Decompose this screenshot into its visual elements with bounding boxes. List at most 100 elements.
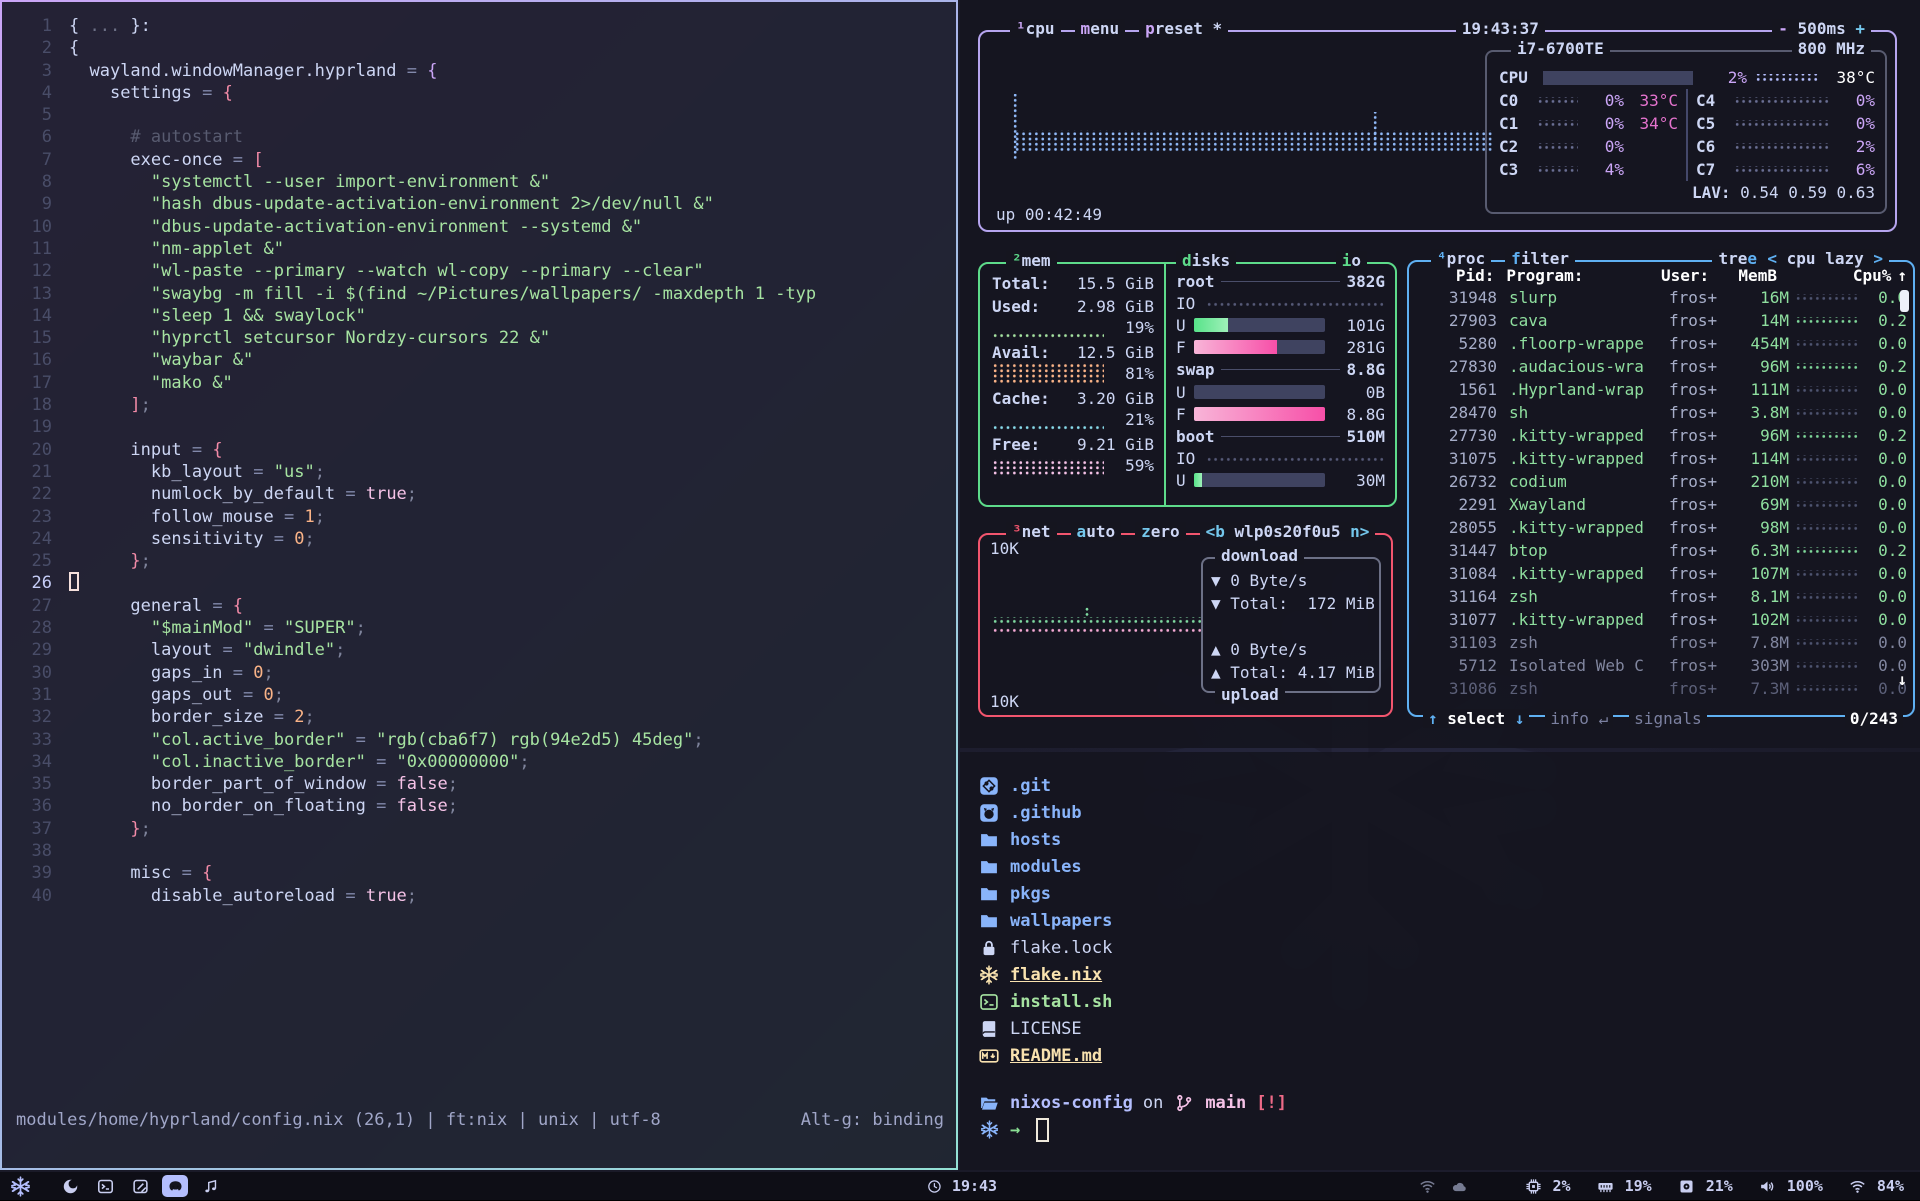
proc-signals-button[interactable]: signals: [1629, 709, 1706, 728]
process-row[interactable]: 26732codiumfros+210M0.0: [1419, 470, 1907, 493]
code-line[interactable]: 10 "dbus-update-activation-environment -…: [2, 216, 956, 238]
net-interface-switcher[interactable]: <b wlp0s20f0u5 n>: [1200, 522, 1376, 541]
code-line[interactable]: 36 no_border_on_floating = false;: [2, 795, 956, 817]
tab-mem[interactable]: ²mem: [1006, 251, 1057, 270]
code-line[interactable]: 6 # autostart: [2, 126, 956, 148]
proc-info-button[interactable]: info ↵: [1545, 709, 1613, 728]
code-line[interactable]: 32 border_size = 2;: [2, 706, 956, 728]
process-row[interactable]: 27830.audacious-wrafros+96M0.2: [1419, 355, 1907, 378]
process-row[interactable]: 31086zshfros+7.3M0.0: [1419, 677, 1907, 700]
code-area[interactable]: 1{ ... }:2{3 wayland.windowManager.hyprl…: [2, 15, 956, 907]
code-line[interactable]: 16 "waybar &": [2, 349, 956, 371]
nix-prompt-icon: [978, 1119, 1000, 1141]
code-line[interactable]: 20 input = {: [2, 439, 956, 461]
code-line[interactable]: 5: [2, 104, 956, 126]
terminal-window[interactable]: .git.githubhostsmodulespkgswallpapersfla…: [960, 752, 1920, 1170]
code-line[interactable]: 19: [2, 416, 956, 438]
folder-icon: [978, 910, 1000, 932]
cpu-module[interactable]: 2%: [1523, 1175, 1571, 1197]
tab-proc[interactable]: ⁴proc: [1431, 249, 1491, 268]
code-line[interactable]: 39 misc = {: [2, 862, 956, 884]
code-line[interactable]: 25 };: [2, 550, 956, 572]
proc-tree-button[interactable]: tree: [1712, 249, 1763, 268]
process-row[interactable]: 31103zshfros+7.8M0.0: [1419, 631, 1907, 654]
code-line[interactable]: 12 "wl-paste --primary --watch wl-copy -…: [2, 260, 956, 282]
code-line[interactable]: 23 follow_mouse = 1;: [2, 506, 956, 528]
code-line[interactable]: 14 "sleep 1 && swaylock": [2, 305, 956, 327]
process-row[interactable]: 2291Xwaylandfros+69M0.0: [1419, 493, 1907, 516]
clock-module[interactable]: 19:43: [923, 1175, 997, 1197]
workspace-1[interactable]: [57, 1175, 83, 1197]
process-row[interactable]: 27730.kitty-wrappedfros+96M0.2: [1419, 424, 1907, 447]
proc-sort-selector[interactable]: < cpu lazy >: [1761, 249, 1889, 268]
code-line[interactable]: 26: [2, 572, 956, 594]
tab-cpu[interactable]: ¹cpu: [1010, 19, 1061, 38]
disk-module[interactable]: 21%: [1676, 1175, 1733, 1197]
code-line[interactable]: 21 kb_layout = "us";: [2, 461, 956, 483]
code-line[interactable]: 15 "hyprctl setcursor Nordzy-cursors 22 …: [2, 327, 956, 349]
code-line[interactable]: 37 };: [2, 818, 956, 840]
net-zero-button[interactable]: zero: [1135, 522, 1186, 541]
tab-disks[interactable]: disks: [1176, 251, 1236, 270]
code-line[interactable]: 28 "$mainMod" = "SUPER";: [2, 617, 956, 639]
workspace-5[interactable]: [197, 1175, 223, 1197]
code-line[interactable]: 9 "hash dbus-update-activation-environme…: [2, 193, 956, 215]
proc-filter-button[interactable]: filter: [1505, 249, 1575, 268]
wifi-icon[interactable]: [1417, 1175, 1439, 1197]
nix-logo-icon[interactable]: [10, 1176, 31, 1197]
prompt-git-branch: main: [1205, 1093, 1246, 1113]
workspace-4-active[interactable]: [162, 1175, 188, 1197]
code-line[interactable]: 18 ];: [2, 394, 956, 416]
workspace-2[interactable]: [92, 1175, 118, 1197]
code-line[interactable]: 38: [2, 840, 956, 862]
terminal-cursor[interactable]: [1036, 1118, 1049, 1142]
helix-editor[interactable]: 1{ ... }:2{3 wayland.windowManager.hyprl…: [2, 2, 956, 1168]
code-line[interactable]: 31 gaps_out = 0;: [2, 684, 956, 706]
preset-button[interactable]: preset *: [1139, 19, 1228, 38]
process-row[interactable]: 28470shfros+3.8M0.0: [1419, 401, 1907, 424]
code-line[interactable]: 29 layout = "dwindle";: [2, 639, 956, 661]
process-row[interactable]: 28055.kitty-wrappedfros+98M0.0: [1419, 516, 1907, 539]
code-line[interactable]: 34 "col.inactive_border" = "0x00000000";: [2, 751, 956, 773]
proc-scrollbar[interactable]: [1900, 290, 1909, 312]
line-text: [69, 572, 956, 594]
net-auto-button[interactable]: auto: [1071, 522, 1122, 541]
process-row[interactable]: 31084.kitty-wrappedfros+107M0.0: [1419, 562, 1907, 585]
process-row[interactable]: 31948slurpfros+16M0.0: [1419, 286, 1907, 309]
interval-decrease-button[interactable]: -: [1778, 19, 1788, 38]
code-line[interactable]: 11 "nm-applet &": [2, 238, 956, 260]
code-line[interactable]: 24 sensitivity = 0;: [2, 528, 956, 550]
proc-select-control[interactable]: ↑ select ↓: [1423, 709, 1529, 728]
code-line[interactable]: 2{: [2, 37, 956, 59]
menu-button[interactable]: menu: [1075, 19, 1126, 38]
process-row[interactable]: 31077.kitty-wrappedfros+102M0.0: [1419, 608, 1907, 631]
code-line[interactable]: 30 gaps_in = 0;: [2, 662, 956, 684]
code-line[interactable]: 1{ ... }:: [2, 15, 956, 37]
code-line[interactable]: 4 settings = {: [2, 82, 956, 104]
line-text: "waybar &": [69, 349, 956, 371]
process-row[interactable]: 27903cavafros+14M0.2: [1419, 309, 1907, 332]
code-line[interactable]: 27 general = {: [2, 595, 956, 617]
code-line[interactable]: 22 numlock_by_default = true;: [2, 483, 956, 505]
code-line[interactable]: 17 "mako &": [2, 372, 956, 394]
code-line[interactable]: 8 "systemctl --user import-environment &…: [2, 171, 956, 193]
workspace-3[interactable]: [127, 1175, 153, 1197]
network-module[interactable]: 84%: [1847, 1175, 1904, 1197]
process-row[interactable]: 1561.Hyprland-wrapfros+111M0.0: [1419, 378, 1907, 401]
tab-io[interactable]: io: [1336, 251, 1367, 270]
interval-increase-button[interactable]: +: [1855, 19, 1865, 38]
code-line[interactable]: 33 "col.active_border" = "rgb(cba6f7) rg…: [2, 729, 956, 751]
process-row[interactable]: 31447btopfros+6.3M0.2: [1419, 539, 1907, 562]
code-line[interactable]: 3 wayland.windowManager.hyprland = {: [2, 60, 956, 82]
process-row[interactable]: 31164zshfros+8.1M0.0: [1419, 585, 1907, 608]
memory-module[interactable]: 19%: [1595, 1175, 1652, 1197]
code-line[interactable]: 35 border_part_of_window = false;: [2, 773, 956, 795]
process-row[interactable]: 5712Isolated Web Cfros+303M0.0: [1419, 654, 1907, 677]
cloud-icon[interactable]: [1449, 1175, 1471, 1197]
code-line[interactable]: 13 "swaybg -m fill -i $(find ~/Pictures/…: [2, 283, 956, 305]
code-line[interactable]: 40 disable_autoreload = true;: [2, 885, 956, 907]
process-row[interactable]: 5280.floorp-wrappefros+454M0.0: [1419, 332, 1907, 355]
process-row[interactable]: 31075.kitty-wrappedfros+114M0.0: [1419, 447, 1907, 470]
volume-module[interactable]: 100%: [1757, 1175, 1823, 1197]
code-line[interactable]: 7 exec-once = [: [2, 149, 956, 171]
